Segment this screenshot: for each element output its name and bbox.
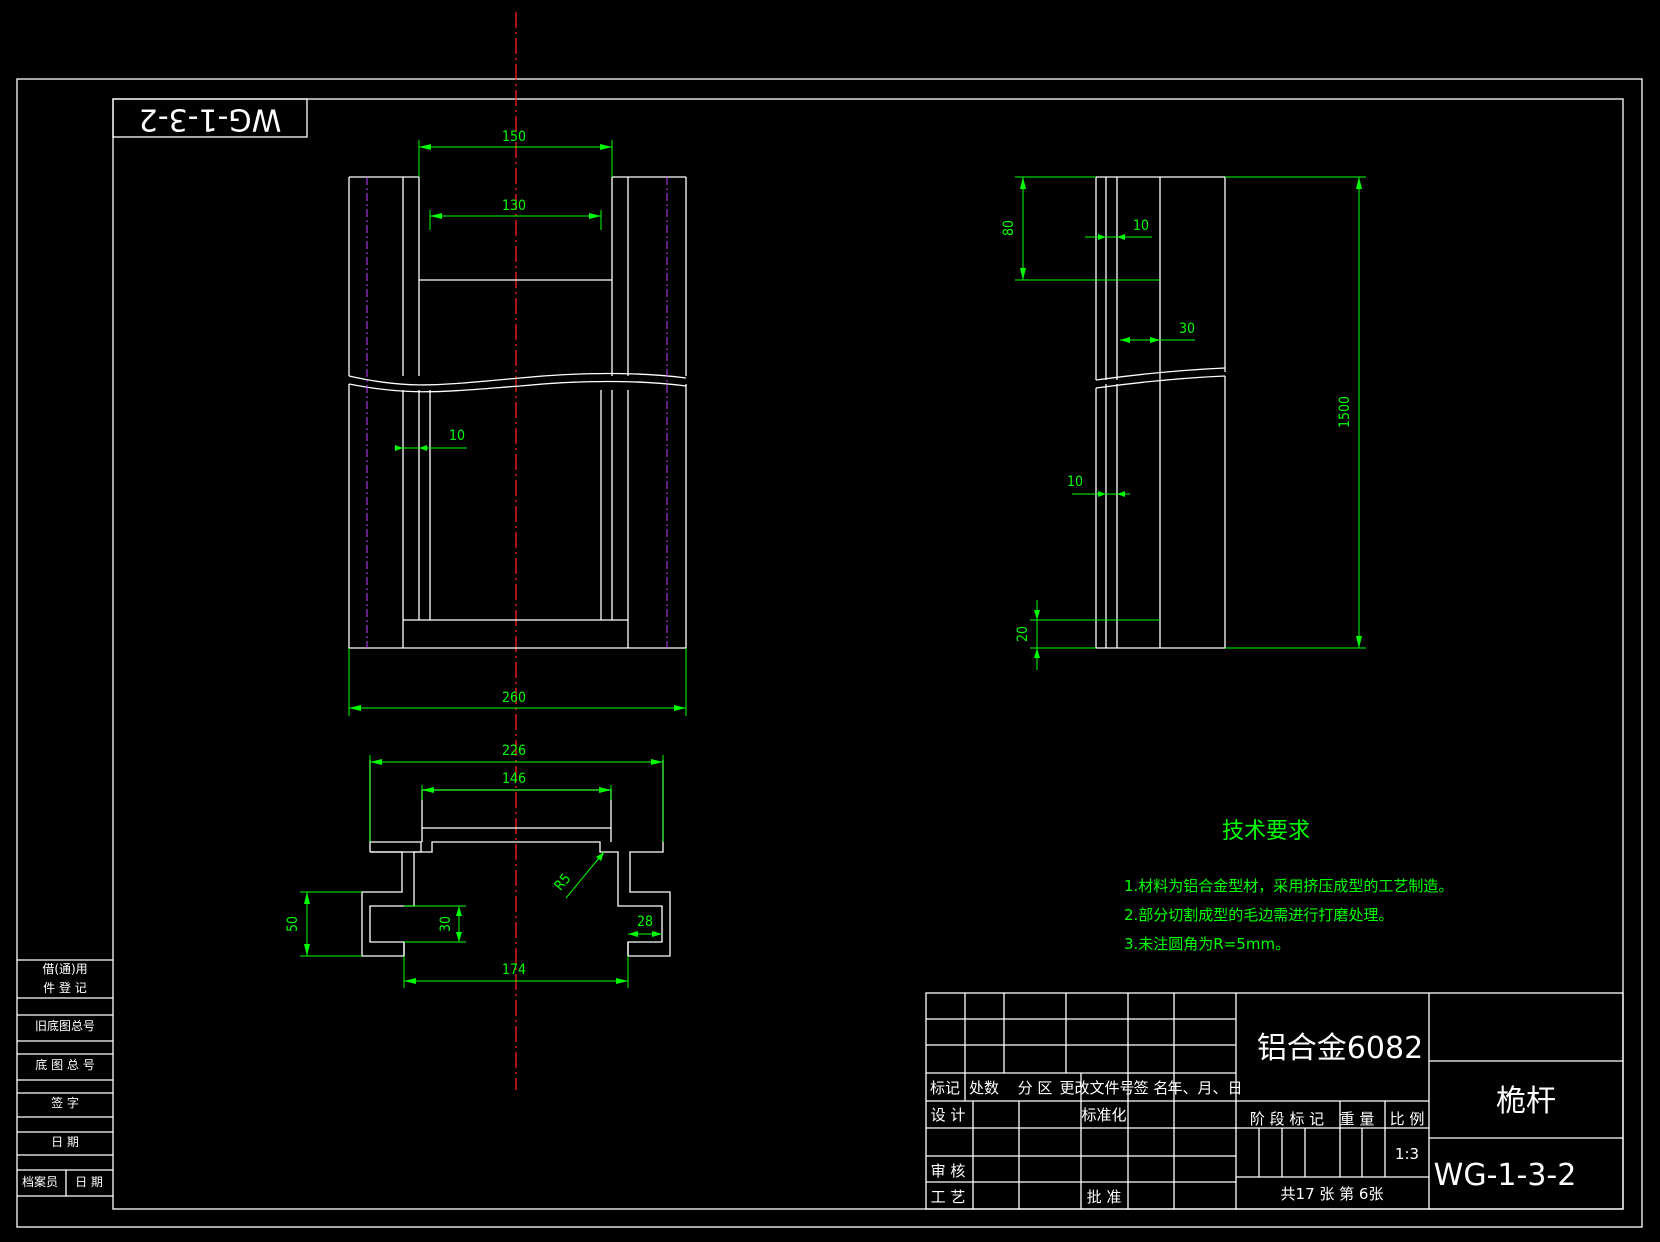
strip-label-6: 日 期 — [51, 1135, 79, 1149]
dim-28: 28 — [637, 914, 653, 930]
dim-226: 226 — [502, 743, 526, 759]
tb-sheets: 共17 张 第 6张 — [1281, 1185, 1384, 1203]
tb-header-count: 处数 — [969, 1079, 999, 1097]
dim-R5: R5 — [551, 871, 574, 894]
strip-label-4: 底 图 总 号 — [35, 1057, 94, 1072]
tb-stage-mark: 阶 段 标 记 — [1250, 1110, 1324, 1128]
title-block: 标记 处数 分 区 更改文件号 签 名 年、月、日 设 计 标准化 审 核 工 … — [925, 992, 1624, 1210]
tech-title: 技术要求 — [1222, 819, 1310, 844]
strip-label-2: 件 登 记 — [43, 980, 87, 995]
tb-header-date: 年、月、日 — [1167, 1079, 1242, 1097]
front-view-dimensions: 150 130 10 260 — [348, 129, 687, 716]
tb-weight: 重 量 — [1340, 1110, 1375, 1128]
tb-drawing-no: WG-1-3-2 — [1434, 1158, 1577, 1193]
side-view-dimensions: 80 10 30 1500 10 20 — [1001, 176, 1366, 670]
strip-label-5: 签 字 — [51, 1095, 79, 1110]
dim-50: 50 — [285, 916, 301, 932]
dim-130: 130 — [502, 198, 526, 214]
section-dimensions: 226 146 R5 50 30 28 174 — [285, 743, 664, 988]
dim-10-side-b: 10 — [1067, 474, 1083, 490]
rotated-drawing-code: WG-1-3-2 — [139, 102, 282, 137]
tb-scale-value: 1:3 — [1395, 1145, 1419, 1163]
dim-20: 20 — [1015, 626, 1031, 642]
tb-standardize: 标准化 — [1081, 1106, 1126, 1124]
tb-design: 设 计 — [931, 1106, 966, 1124]
dim-10-front: 10 — [449, 428, 465, 444]
tb-header-sign: 签 名 — [1134, 1079, 1169, 1097]
dim-260: 260 — [502, 690, 526, 706]
tb-approve: 批 准 — [1087, 1188, 1122, 1206]
dim-30-side: 30 — [1179, 321, 1195, 337]
side-view — [1095, 176, 1226, 649]
dim-1500: 1500 — [1337, 396, 1353, 428]
tb-part-name: 桅杆 — [1496, 1084, 1556, 1119]
tb-header-zone: 分 区 — [1018, 1079, 1053, 1097]
tb-review: 审 核 — [931, 1162, 966, 1180]
dim-30-section: 30 — [438, 916, 454, 932]
strip-label-7: 档案员 — [22, 1174, 58, 1189]
strip-label-3: 旧底图总号 — [35, 1018, 95, 1033]
tech-item-1: 1.材料为铝合金型材，采用挤压成型的工艺制造。 — [1124, 877, 1453, 895]
dim-146: 146 — [502, 771, 526, 787]
left-registration-strip: 借(通)用 件 登 记 旧底图总号 底 图 总 号 签 字 日 期 档案员 日 … — [17, 959, 113, 1197]
tech-item-3: 3.未注圆角为R=5mm。 — [1124, 935, 1290, 953]
dim-10-side-a: 10 — [1133, 218, 1149, 234]
tb-material: 铝合金6082 — [1257, 1031, 1423, 1066]
dim-174: 174 — [502, 962, 526, 978]
tech-item-2: 2.部分切割成型的毛边需进行打磨处理。 — [1124, 906, 1393, 924]
dim-80: 80 — [1001, 220, 1017, 236]
engineering-drawing: WG-1-3-2 150 130 10 260 226 146 R5 50 30… — [16, 12, 1643, 1228]
tb-process: 工 艺 — [931, 1188, 966, 1206]
strip-label-1: 借(通)用 — [42, 962, 87, 976]
tb-header-mark: 标记 — [930, 1079, 960, 1097]
tb-ratio: 比 例 — [1390, 1110, 1425, 1128]
strip-label-8: 日 期 — [75, 1175, 103, 1189]
front-view — [348, 176, 687, 649]
tb-header-doc: 更改文件号 — [1059, 1079, 1134, 1097]
tech-requirements: 技术要求 1.材料为铝合金型材，采用挤压成型的工艺制造。 2.部分切割成型的毛边… — [1124, 819, 1453, 953]
dim-150: 150 — [502, 129, 526, 145]
